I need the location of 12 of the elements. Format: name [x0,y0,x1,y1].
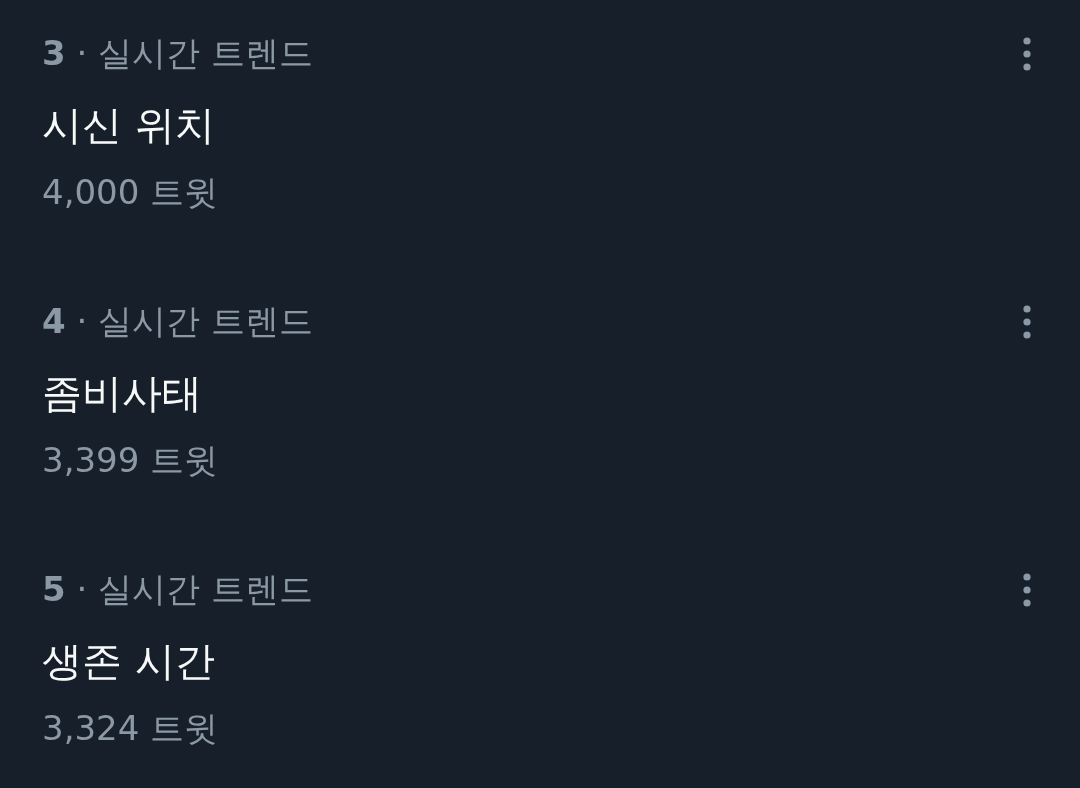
trend-context: 4 · 실시간 트렌드 [42,300,313,343]
tweet-count: 3,324 트윗 [42,707,219,750]
trend-context: 3 · 실시간 트렌드 [42,32,313,75]
more-icon [1023,37,1031,71]
trend-title: 좀비사태 [42,369,202,418]
trend-title: 시신 위치 [42,101,215,150]
trend-context: 5 · 실시간 트렌드 [42,568,313,611]
trend-title: 생존 시간 [42,637,215,686]
more-icon [1023,305,1031,339]
more-icon [1023,573,1031,607]
tweet-count: 4,000 트윗 [42,171,219,214]
tweet-count: 3,399 트윗 [42,439,219,482]
